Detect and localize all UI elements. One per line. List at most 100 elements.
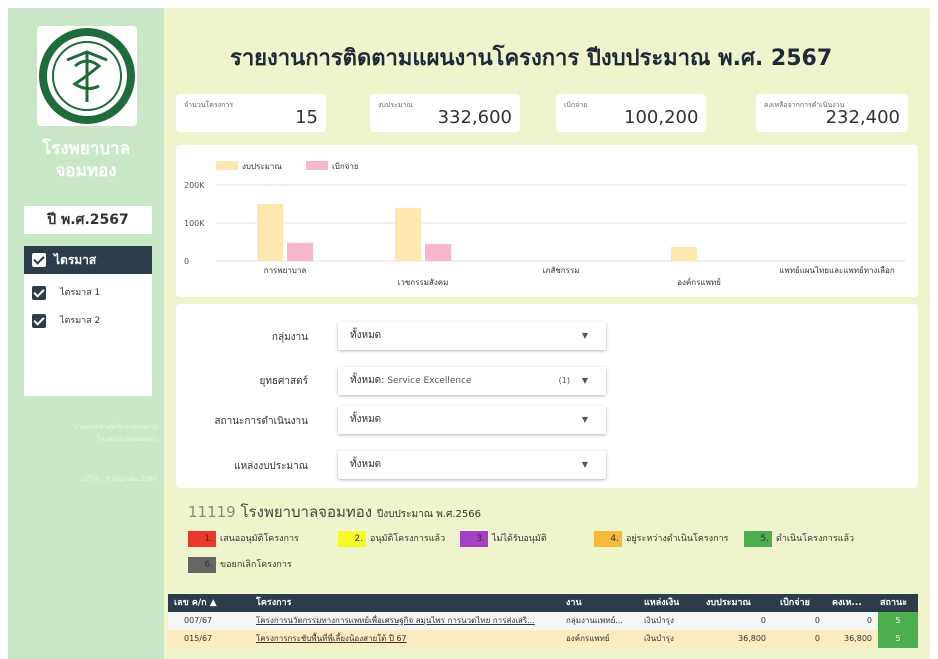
cell-remaining: 36,800 (844, 634, 872, 643)
checkbox-checked-icon[interactable] (32, 253, 46, 267)
bar (257, 204, 283, 261)
cell-id: 007/67 (184, 616, 213, 625)
cell-id: 015/67 (184, 634, 213, 643)
col-header-id[interactable]: เลข ค/ก ▲ (174, 594, 217, 612)
cell-project-link[interactable]: โครงการกระชับพื้นที่พี่เลี้ยงน้องสายใต้ … (256, 630, 556, 648)
filter-panel: กลุ่มงาน ทั้งหมด ▼ ยุทธศาสตร์ ทั้งหมด: S… (176, 304, 918, 488)
x-tick-label: เวชกรรมสังคม (398, 278, 449, 287)
section-name: โรงพยาบาลจอมทอง (240, 503, 373, 521)
cell-source: เงินบำรุง (644, 616, 674, 625)
kpi-value: 332,600 (437, 107, 512, 128)
sidebar-note-updated: แก้ไข : 9 กันยายน 2567 (81, 475, 158, 483)
cell-dept: กลุ่มงานแพทย์... (566, 616, 623, 625)
status-legend-item: 5. ดำเนินโครงการแล้ว (744, 531, 854, 547)
status-color-swatch: 1. (188, 531, 216, 547)
quarter-header-label: ไตรมาส (54, 253, 97, 267)
status-color-swatch: 5. (744, 531, 772, 547)
caret-down-icon: ▼ (581, 376, 588, 385)
col-header-status[interactable]: สถานะ (880, 594, 907, 612)
filter-value: ทั้งหมด (350, 459, 382, 470)
filter-label-source: แหล่งงบประมาณ (234, 461, 308, 472)
status-legend-item: 6. ขอยกเลิกโครงการ (188, 557, 292, 573)
bar (425, 243, 451, 261)
quarter-item-label: ไตรมาส 2 (60, 316, 101, 326)
kpi-spent: เบิกจ่าย 100,200 (556, 94, 706, 132)
hospital-name-line2: จอมทอง (55, 161, 117, 181)
col-header-dept[interactable]: งาน (566, 594, 582, 612)
status-legend-item: 4. อยู่ระหว่างดำเนินโครงการ (594, 531, 728, 547)
year-selector[interactable]: ปี พ.ศ.2567 (24, 206, 152, 234)
quarter-select-all[interactable]: ไตรมาส (24, 246, 152, 274)
status-legend-item: 3. ไม่ได้รับอนุมัติ (460, 531, 547, 547)
kpi-value: 100,200 (624, 107, 699, 128)
quarter-item-2[interactable]: ไตรมาส 2 (24, 310, 152, 332)
filter-value: ทั้งหมด: (350, 375, 385, 386)
col-header-project[interactable]: โครงการ (256, 594, 291, 612)
bar (287, 242, 313, 261)
ministry-logo (37, 26, 137, 126)
legend-label: งบประมาณ (242, 162, 282, 171)
x-tick-label: การพยาบาล (264, 266, 307, 275)
x-tick-label: เภสัชกรรม (542, 266, 579, 275)
col-header-budget[interactable]: งบประมาณ (706, 594, 751, 612)
caret-down-icon: ▼ (581, 331, 588, 340)
filter-source-select[interactable]: ทั้งหมด ▼ (338, 451, 606, 479)
checkbox-checked-icon[interactable] (32, 314, 46, 328)
filter-value: ทั้งหมด (350, 330, 382, 341)
bar (671, 247, 697, 261)
budget-chart: งบประมาณ เบิกจ่าย 0 100K 200K การพยาบาล เวชกรร… (176, 145, 918, 297)
sidebar: โรงพยาบาล จอมทอง ปี พ.ศ.2567 ไตรมาส ไตรม… (8, 8, 164, 659)
filter-value: ทั้งหมด (350, 414, 382, 425)
cell-status: 5 (878, 612, 918, 630)
table-row[interactable]: 015/67 โครงการกระชับพื้นที่พี่เลี้ยงน้อง… (168, 630, 918, 648)
status-legend-item: 2. อนุมัติโครงการแล้ว (338, 531, 445, 547)
kpi-project-count: จำนวนโครงการ 15 (176, 94, 326, 132)
sidebar-note-hospital: โรงพยาบาลจอมทอง (96, 435, 158, 443)
col-header-source[interactable]: แหล่งเงิน (644, 594, 679, 612)
hospital-name: โรงพยาบาล จอมทอง (8, 138, 164, 182)
y-tick-label: 100K (184, 219, 205, 228)
y-tick-label: 200K (184, 181, 205, 190)
quarter-item-1[interactable]: ไตรมาส 1 (24, 282, 152, 304)
status-color-swatch: 4. (594, 531, 622, 547)
section-code: 11119 (188, 503, 236, 521)
filter-status-select[interactable]: ทั้งหมด ▼ (338, 406, 606, 434)
page-title: รายงานการติดตามแผนงานโครงการ ปีงบประมาณ … (230, 46, 833, 71)
cell-budget: 0 (760, 616, 766, 625)
filter-group-select[interactable]: ทั้งหมด ▼ (338, 322, 606, 350)
kpi-label: งบประมาณ (378, 101, 413, 109)
y-tick-label: 0 (184, 257, 189, 266)
cell-dept: องค์กรแพทย์ (566, 634, 610, 643)
status-legend-item: 1. เสนออนุมัติโครงการ (188, 531, 299, 547)
kpi-remaining: คงเหลือจากการดำเนินงาน 232,400 (756, 94, 908, 132)
bar (395, 207, 421, 261)
status-label: เสนออนุมัติโครงการ (220, 534, 299, 544)
col-header-spent[interactable]: เบิกจ่าย (780, 594, 810, 612)
status-color-swatch: 6. (188, 557, 216, 573)
cell-spent: 0 (814, 634, 820, 643)
legend-swatch (306, 161, 328, 170)
kpi-value: 15 (295, 107, 318, 128)
quarter-item-label: ไตรมาส 1 (60, 288, 101, 298)
kpi-value: 232,400 (825, 107, 900, 128)
status-color-swatch: 3. (460, 531, 488, 547)
cell-budget: 36,800 (738, 634, 766, 643)
x-tick-label: องค์กรแพทย์ (677, 277, 721, 287)
status-label: อนุมัติโครงการแล้ว (370, 534, 446, 544)
table-row[interactable]: 007/67 โครงการนวัตกรรมทางการแพทย์เพื่อเศ… (168, 612, 918, 630)
kpi-label: จำนวนโครงการ (184, 101, 234, 109)
table-header: เลข ค/ก ▲ โครงการ งาน แหล่งเงิน งบประมาณ… (168, 594, 918, 612)
cell-project-link[interactable]: โครงการนวัตกรรมทางการแพทย์เพื่อเศรษฐกิจ … (256, 612, 556, 630)
checkbox-checked-icon[interactable] (32, 286, 46, 300)
filter-label-strategy: ยุทธศาสตร์ (259, 376, 309, 387)
col-header-remaining[interactable]: คงเห... (832, 594, 862, 612)
section-sub: ปีงบประมาณ พ.ศ.2566 (376, 509, 481, 520)
status-label: ขอยกเลิกโครงการ (220, 560, 292, 570)
filter-label-group: กลุ่มงาน (271, 332, 308, 343)
cell-remaining: 0 (866, 616, 872, 625)
dashboard-frame: โรงพยาบาล จอมทอง ปี พ.ศ.2567 ไตรมาส ไตรม… (8, 8, 930, 659)
cell-spent: 0 (814, 616, 820, 625)
cell-source: เงินบำรุง (644, 634, 674, 643)
filter-count: (1) (558, 376, 570, 385)
filter-strategy-select[interactable]: ทั้งหมด: Service Excellence (1) ▼ (338, 367, 606, 395)
